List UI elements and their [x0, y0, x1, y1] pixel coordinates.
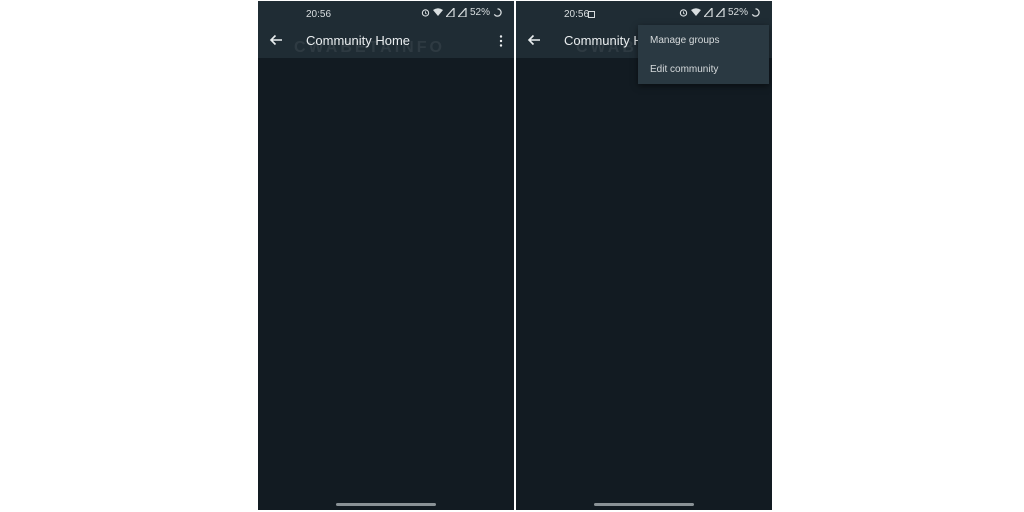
wifi-icon	[432, 8, 443, 16]
signal-icon	[457, 8, 467, 17]
gesture-home-bar[interactable]	[336, 503, 436, 506]
battery-text: 52%	[727, 7, 748, 18]
more-vert-icon[interactable]	[499, 35, 503, 47]
signal-icon	[703, 8, 713, 17]
menu-item-manage-groups[interactable]: Manage groups	[650, 35, 720, 46]
signal-icon	[445, 8, 455, 17]
back-arrow-icon[interactable]	[527, 33, 541, 47]
wifi-icon	[690, 8, 701, 16]
signal-icon	[715, 8, 725, 17]
battery-text: 52%	[469, 7, 490, 18]
alarm-icon	[679, 9, 688, 17]
left-phone-screen: 20:56 52% Community Home CWABETAINFO	[258, 1, 514, 510]
alarm-icon	[421, 9, 430, 17]
page-title: Community H	[564, 33, 643, 48]
overflow-menu: Manage groups Edit community	[638, 25, 769, 84]
right-phone-screen: 20:56 52% Community H CWABETAINFO Manage…	[516, 1, 772, 510]
status-icons: 52%	[679, 7, 760, 18]
page-title: Community Home	[306, 33, 411, 48]
battery-circle-icon	[751, 8, 760, 17]
status-time: 20:56	[306, 9, 332, 20]
battery-circle-icon	[493, 8, 502, 17]
app-bar: 20:56 52% Community Home CWABETAINFO	[258, 1, 514, 58]
status-time: 20:56	[564, 9, 590, 20]
status-icons: 52%	[421, 7, 502, 18]
gesture-home-bar[interactable]	[594, 503, 694, 506]
image-icon	[588, 11, 595, 18]
back-arrow-icon[interactable]	[269, 33, 283, 47]
menu-item-edit-community[interactable]: Edit community	[650, 64, 718, 75]
